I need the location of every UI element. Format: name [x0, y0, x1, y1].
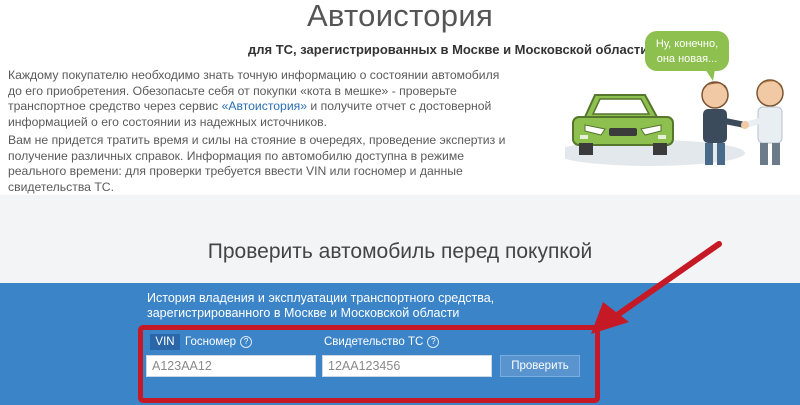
check-form-description: История владения и эксплуатации транспор…	[147, 291, 495, 320]
intro-paragraph-1: Каждому покупателю необходимо знать точн…	[8, 68, 508, 130]
seller-person	[741, 79, 784, 165]
highlight-frame	[138, 325, 600, 403]
speech-bubble: Ну, конечно, она новая...	[645, 31, 729, 81]
car-image	[572, 94, 674, 155]
speech-line-2: она новая...	[657, 53, 718, 65]
speech-line-1: Ну, конечно,	[656, 38, 718, 50]
autoistoria-link[interactable]: «Автоистория»	[222, 99, 307, 113]
illustration: Ну, конечно, она новая...	[565, 31, 784, 166]
highlight-arrow-icon	[591, 241, 722, 334]
intro-paragraph-2: Вам не придется тратить время и силы на …	[8, 133, 506, 194]
